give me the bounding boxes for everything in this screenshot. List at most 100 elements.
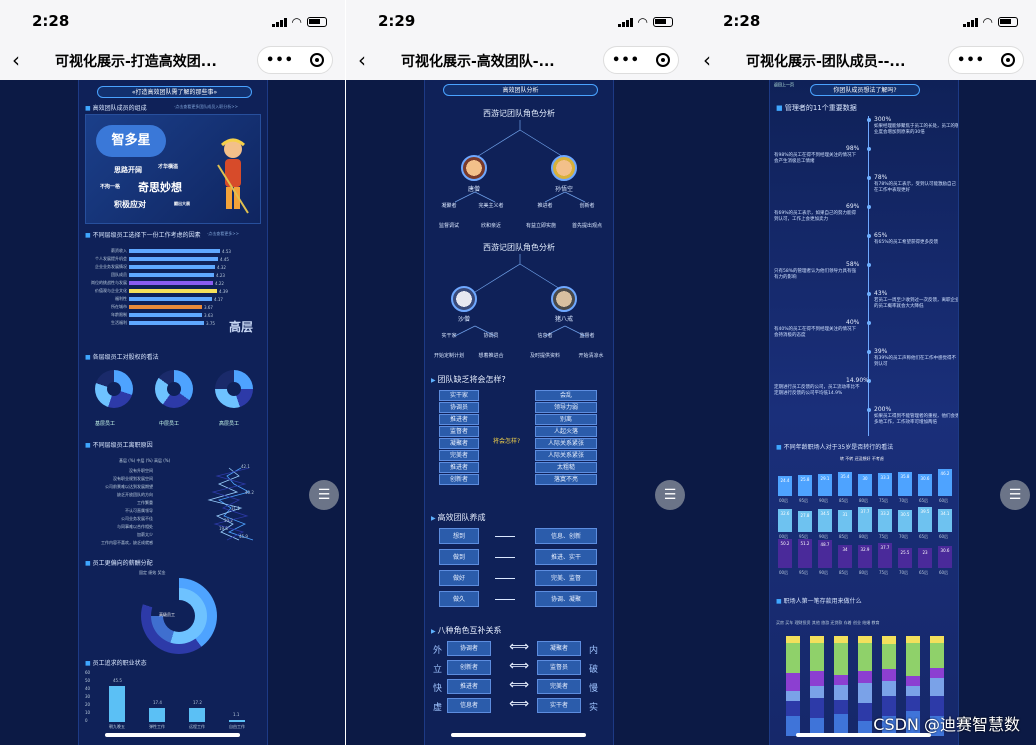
- reason-label: 缺乏开放团队的方向: [117, 492, 153, 497]
- chart-legend: 固定 绩效 奖金: [139, 570, 166, 575]
- line-value: 30.2: [224, 518, 233, 523]
- more-icon[interactable]: •••: [266, 53, 294, 68]
- habit-box: 做到: [439, 549, 479, 565]
- phone-screen-1: 2:28 ◠ ‹ 可视化展示-打造高效团... ••• «打造高效团队需了解的那…: [0, 0, 345, 745]
- content-area[interactable]: «打造高效团队需了解的那些事» 高效团队成员的组成 ·点击查看更多团队成员入职分…: [0, 80, 345, 745]
- content-area[interactable]: 高效团队分析 西游记团队角色分析 唐僧 孙悟空 凝聚者 完美主义者 推进者 创新…: [346, 80, 691, 745]
- mini-program-capsule: •••: [257, 46, 333, 74]
- monkey-avatar: [551, 155, 577, 181]
- tree-leaf: 创新者: [579, 203, 595, 209]
- stat-percent: 65%: [874, 232, 888, 239]
- tree-leaf: 协调员: [483, 333, 499, 339]
- age-bar: 29.1: [818, 474, 832, 496]
- y-tick: 0: [85, 718, 88, 723]
- back-arrow-icon[interactable]: ‹: [12, 48, 20, 72]
- age-label: 65后: [919, 534, 929, 539]
- tree-leaf: 开始清凉水: [578, 353, 604, 359]
- habit-connector: [495, 578, 515, 579]
- relation-box: 凝聚者: [537, 641, 581, 656]
- tree-leaf: 有益立即实施: [525, 223, 556, 229]
- age-label: 75后: [879, 534, 889, 539]
- status-time: 2:28: [723, 12, 761, 30]
- line-value: 31.1: [231, 506, 240, 511]
- back-arrow-icon[interactable]: ‹: [703, 48, 711, 72]
- status-icons: ◠: [962, 15, 1018, 29]
- stack-segment: [930, 668, 944, 678]
- nav-bar: ‹ 可视化展示-打造高效团... •••: [0, 40, 345, 80]
- section-title: 八种角色互补关系: [431, 625, 502, 636]
- age-bar: 37.7: [858, 507, 872, 532]
- tree-leaf: 信息者: [537, 333, 553, 339]
- factor-bar-row: 年龄限制 3.63: [89, 312, 213, 318]
- outline-toggle-button[interactable]: ☰: [1000, 480, 1030, 510]
- stack-segment: [786, 691, 800, 701]
- age-label: 75后: [879, 498, 889, 503]
- status-bar: 2:28 ◠: [691, 0, 1036, 40]
- tree-leaf: 推进者: [537, 203, 553, 209]
- monk-avatar: [461, 155, 487, 181]
- more-icon[interactable]: •••: [612, 53, 640, 68]
- more-icon[interactable]: •••: [957, 53, 985, 68]
- back-link[interactable]: 返回上一页: [774, 82, 794, 88]
- stack-segment: [906, 636, 920, 643]
- stack-segment: [786, 636, 800, 643]
- content-area[interactable]: 返回上一页 你团队成员想法了解吗? 管理者的11个重要数据 不同年龄职场人对于3…: [691, 80, 1036, 745]
- stack-segment: [906, 696, 920, 711]
- section-title: 管理者的11个重要数据: [776, 103, 857, 113]
- age-label: 85后: [839, 534, 849, 539]
- stacked-bar: [786, 636, 800, 736]
- reason-label: 加薪太少: [137, 532, 153, 537]
- donut-chart-middle: [155, 370, 193, 408]
- relation-box: 创新者: [447, 660, 491, 675]
- tree-leaf: 监督调试: [438, 223, 459, 229]
- battery-icon: [653, 17, 673, 27]
- factor-bar-row: 团队成员 4.23: [89, 272, 225, 278]
- pigsy-avatar: [551, 286, 577, 312]
- timeline-dot: [867, 118, 871, 122]
- wifi-icon: ◠: [291, 15, 302, 29]
- age-bar: 33.3: [878, 472, 892, 496]
- bar-value: 17.4: [153, 700, 162, 706]
- status-bar: 2:29 ◠: [346, 0, 691, 40]
- back-arrow-icon[interactable]: ‹: [358, 48, 366, 72]
- bar-fill: [129, 313, 202, 317]
- close-target-icon[interactable]: [655, 53, 670, 67]
- outline-toggle-button[interactable]: ☰: [655, 480, 685, 510]
- line-value: 45.9: [239, 534, 248, 539]
- factor-bar-row: 岗位的挑战性与发展 4.22: [89, 280, 224, 286]
- timeline-dot: [867, 263, 871, 267]
- tree-leaf: 首先提出观点: [571, 223, 602, 229]
- signal-icon: [962, 17, 978, 27]
- age-bar: 37.7: [878, 543, 892, 568]
- y-tick: 60: [85, 670, 91, 675]
- close-target-icon[interactable]: [1000, 53, 1015, 67]
- factor-bar-row: 个人发展提升机会 4.45: [89, 256, 229, 262]
- hero-word: 才华横溢: [158, 164, 179, 170]
- age-bar: 34: [838, 544, 852, 568]
- status-icons: ◠: [271, 15, 327, 29]
- hero-card: 智多星 思路开阔 才华横溢 不拘一格 奇思妙想 积极应对 翻出大展: [85, 114, 261, 224]
- hero-word: 思路开阔: [114, 166, 142, 174]
- hero-word: 不拘一格: [100, 184, 121, 190]
- section-subtitle: ·点击查看更多>>: [207, 231, 239, 236]
- tree-leaf: 欣和亲近: [480, 223, 501, 229]
- donut-caption: 基层员工: [95, 421, 116, 427]
- stat-percent: 300%: [874, 116, 892, 123]
- stack-segment: [834, 700, 848, 714]
- timeline-dot: [867, 205, 871, 209]
- y-tick: 10: [85, 710, 91, 715]
- timeline-dot: [867, 408, 871, 412]
- effect-box: 太粗糙: [535, 462, 597, 473]
- stack-segment: [882, 669, 896, 681]
- close-target-icon[interactable]: [309, 53, 324, 67]
- effect-box: 会乱: [535, 390, 597, 401]
- effect-box: 人际关系紧张: [535, 438, 597, 449]
- status-time: 2:29: [378, 12, 416, 30]
- stack-segment: [858, 671, 872, 683]
- outline-toggle-button[interactable]: ☰: [309, 480, 339, 510]
- line-value: 40.2: [245, 490, 254, 495]
- poster-banner: 高效团队分析: [443, 84, 598, 96]
- factor-bar-row: 价值观与企业文化 4.39: [89, 288, 228, 294]
- tree-node: 唐僧: [467, 186, 480, 193]
- relation-side-left: 虚: [433, 703, 443, 713]
